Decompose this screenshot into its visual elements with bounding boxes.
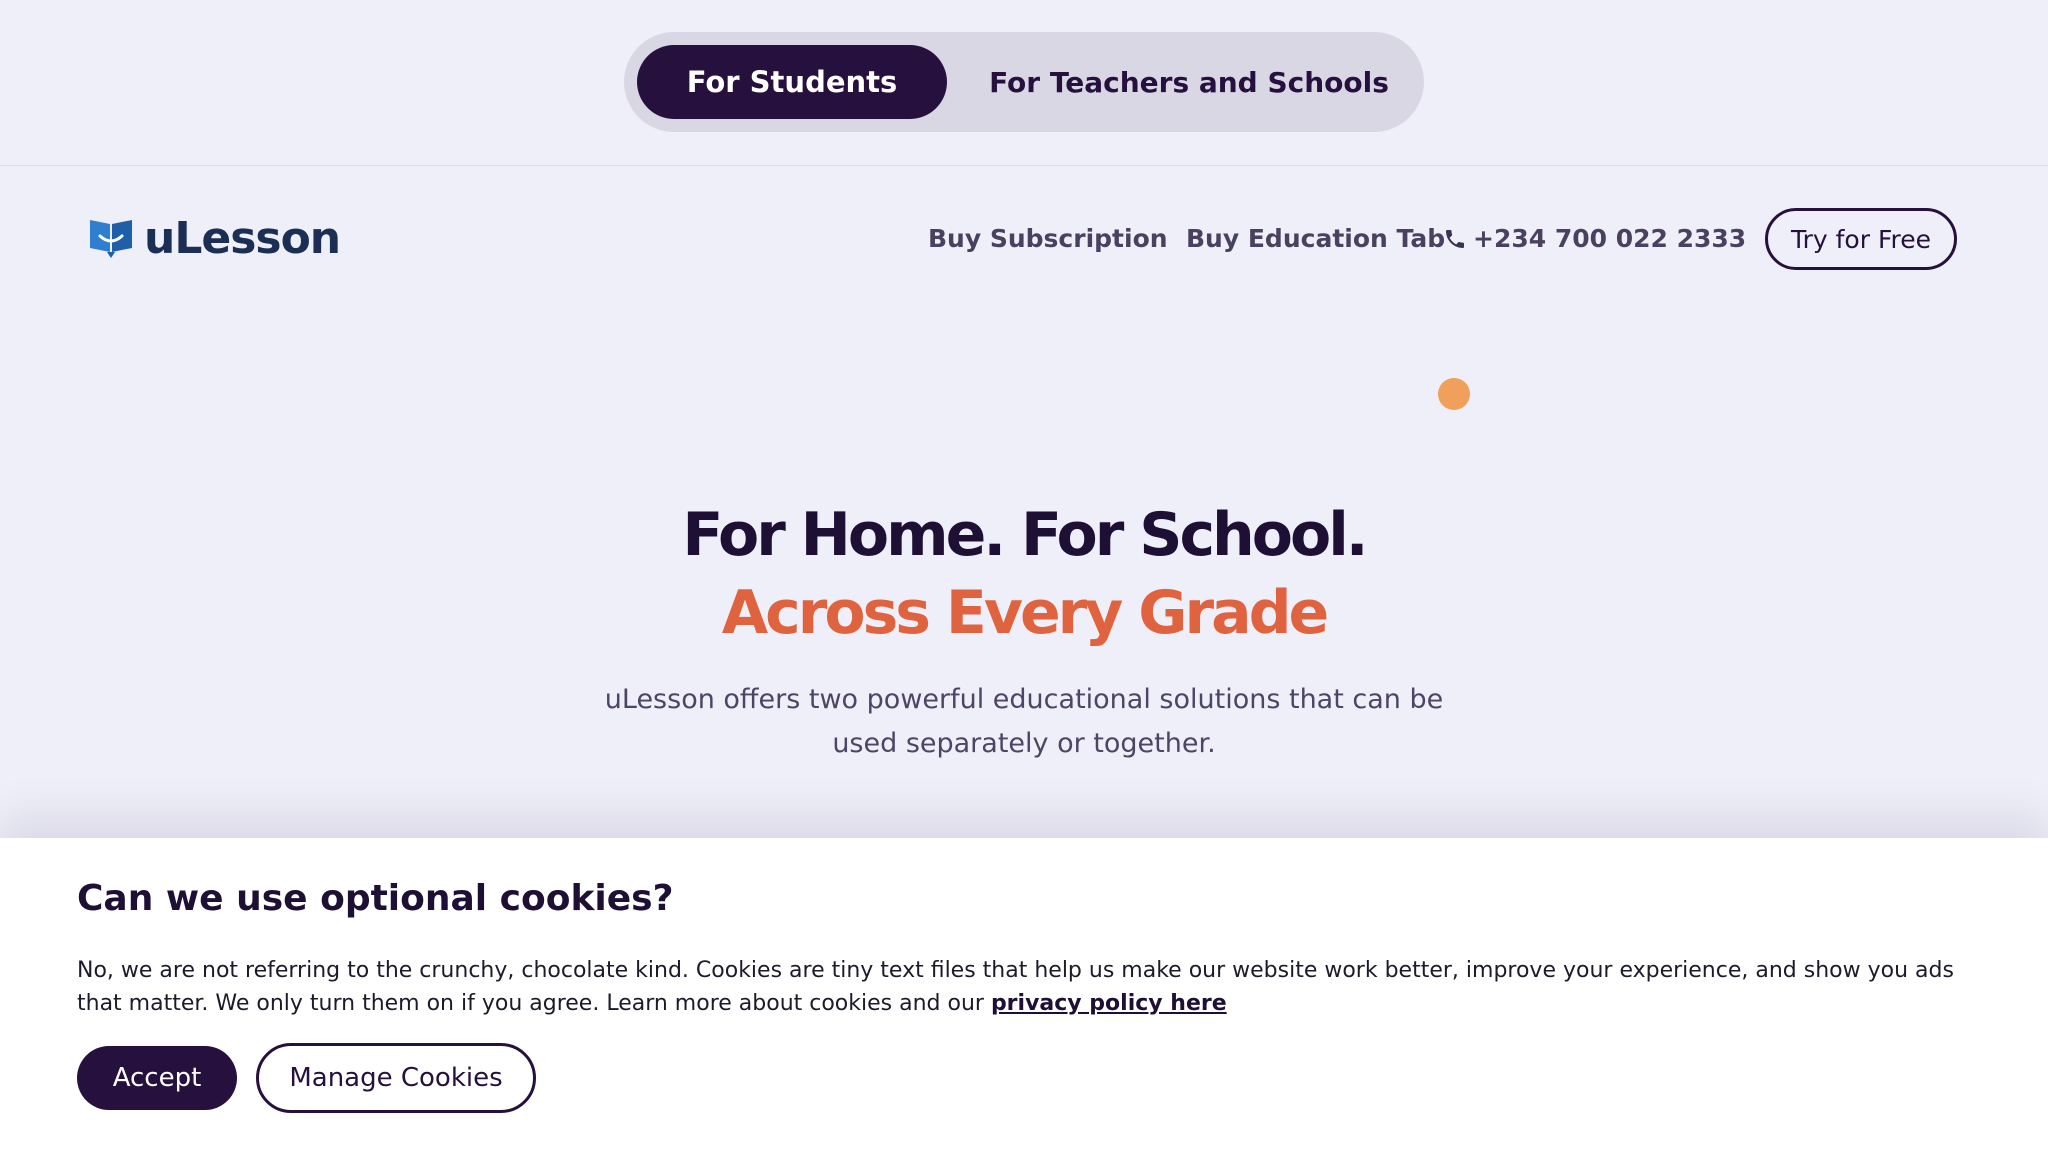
logo[interactable]: uLesson (88, 212, 341, 264)
hero-title-line1: For Home. For School. (682, 500, 1368, 570)
audience-switch: For Students For Teachers and Schools (624, 32, 1424, 132)
hero-subtitle: uLesson offers two powerful educational … (604, 684, 1444, 759)
nav-phone[interactable]: +234 700 022 2333 (1443, 224, 1746, 253)
accept-cookies-button[interactable]: Accept (77, 1046, 237, 1110)
book-logo-icon (90, 220, 132, 258)
cookie-body: No, we are not referring to the crunchy,… (77, 954, 1977, 1020)
hero-title-line2: Across Every Grade (721, 578, 1329, 648)
nav-buy-subscription[interactable]: Buy Subscription (928, 224, 1168, 253)
logo-text: uLesson (144, 212, 341, 264)
privacy-policy-link[interactable]: privacy policy here (991, 991, 1227, 1016)
manage-cookies-button[interactable]: Manage Cookies (256, 1043, 536, 1113)
decorative-dot (1438, 378, 1470, 410)
audience-switch-bar: For Students For Teachers and Schools (0, 0, 2048, 166)
cookie-banner: Can we use optional cookies? No, we are … (0, 838, 2048, 1152)
nav-buy-education-tab[interactable]: Buy Education Tab (1186, 224, 1445, 253)
try-for-free-button[interactable]: Try for Free (1765, 208, 1957, 270)
for-teachers-tab[interactable]: For Teachers and Schools (969, 45, 1409, 119)
phone-icon (1446, 229, 1464, 248)
phone-number: +234 700 022 2333 (1473, 224, 1747, 253)
for-students-tab[interactable]: For Students (637, 45, 947, 119)
cookie-title: Can we use optional cookies? (77, 878, 674, 919)
